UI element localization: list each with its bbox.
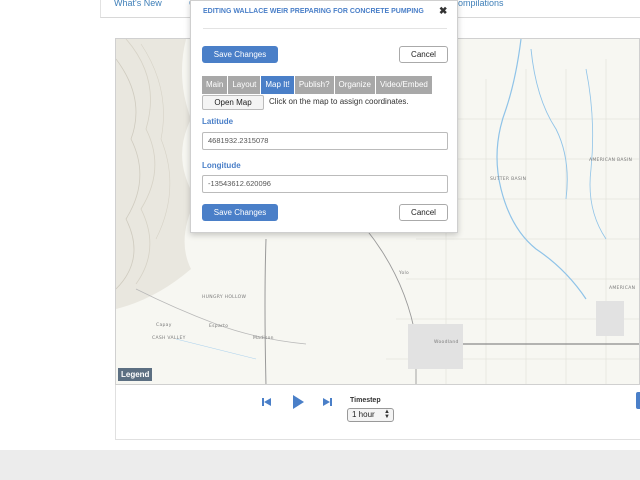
title-divider: [203, 28, 447, 29]
tab-layout[interactable]: Layout: [228, 76, 262, 94]
close-icon[interactable]: ✖: [439, 6, 447, 17]
longitude-field[interactable]: -13543612.620096: [202, 175, 448, 193]
map-label-esparto: Esparto: [209, 324, 229, 329]
nav-link-compilations[interactable]: ompilations: [458, 0, 504, 8]
skip-back-icon[interactable]: [260, 396, 272, 408]
legend-button[interactable]: Legend: [118, 368, 153, 381]
modal-title: EDITING WALLACE WEIR PREPARING FOR CONCR…: [203, 8, 424, 15]
map-label-woodland: Woodland: [434, 340, 459, 345]
side-panel-button[interactable]: [636, 392, 640, 409]
tab-main[interactable]: Main: [202, 76, 229, 94]
modal-tabs: Main Layout Map It! Publish? Organize Vi…: [202, 76, 433, 94]
tab-publish[interactable]: Publish?: [294, 76, 335, 94]
play-icon[interactable]: [291, 394, 305, 410]
map-hint-text: Click on the map to assign coordinates.: [269, 97, 409, 106]
timestep-value: 1 hour: [352, 410, 375, 419]
map-label-american-basin: AMERICAN BASIN: [589, 158, 633, 163]
latitude-field[interactable]: 4681932.2315078: [202, 132, 448, 150]
tab-map-it[interactable]: Map It!: [261, 76, 295, 94]
timestep-select[interactable]: 1 hour ▲ ▼: [347, 408, 394, 422]
footer-band: [0, 450, 640, 480]
map-label-american: AMERICAN: [609, 286, 636, 291]
save-changes-button-bottom[interactable]: Save Changes: [202, 204, 278, 221]
nav-link-whats-new[interactable]: What's New: [114, 0, 162, 8]
open-map-button[interactable]: Open Map: [202, 95, 264, 110]
map-label-sutter-basin: SUTTER BASIN: [490, 177, 527, 182]
timeline-controls: Timestep 1 hour ▲ ▼: [115, 385, 640, 440]
map-label-cash-valley: CASH VALLEY: [152, 336, 186, 341]
map-label-capay: Capay: [156, 323, 172, 328]
timestep-label: Timestep: [350, 397, 381, 404]
save-changes-button-top[interactable]: Save Changes: [202, 46, 278, 63]
latitude-label: Latitude: [202, 117, 234, 126]
edit-modal: EDITING WALLACE WEIR PREPARING FOR CONCR…: [190, 0, 458, 233]
cancel-button-bottom[interactable]: Cancel: [399, 204, 448, 221]
skip-forward-icon[interactable]: [322, 396, 334, 408]
map-label-madison: Madison: [253, 336, 274, 341]
longitude-label: Longitude: [202, 161, 241, 170]
map-label-hungry-hollow: HUNGRY HOLLOW: [202, 295, 247, 300]
map-label-yolo: Yolo: [399, 271, 410, 276]
select-arrows-icon: ▲ ▼: [384, 409, 390, 420]
tab-video-embed[interactable]: Video/Embed: [375, 76, 433, 94]
cancel-button-top[interactable]: Cancel: [399, 46, 448, 63]
tab-organize[interactable]: Organize: [334, 76, 376, 94]
